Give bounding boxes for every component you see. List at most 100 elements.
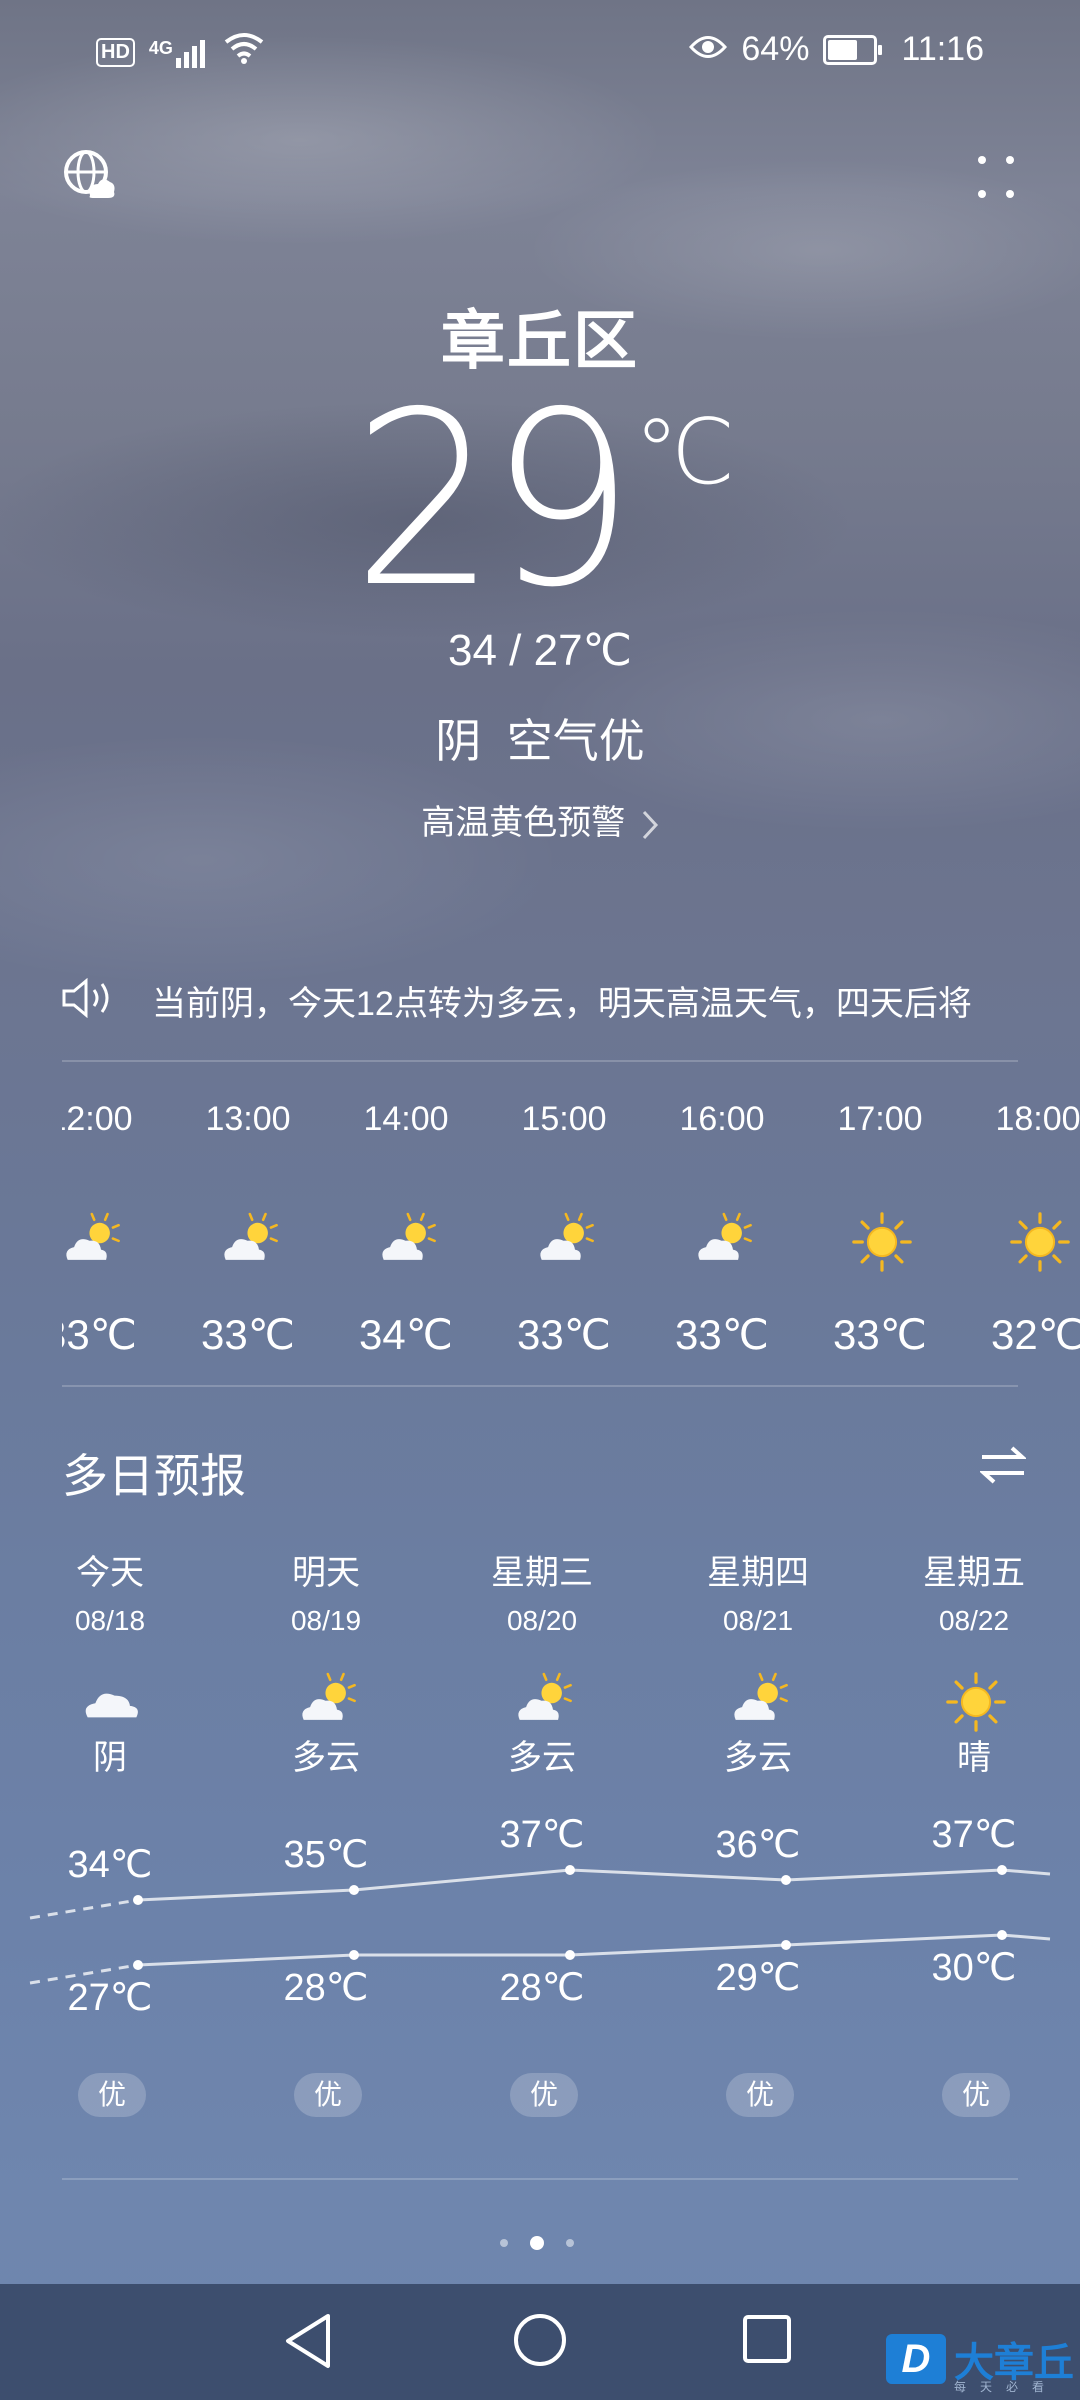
- aqi-badge: 优: [942, 2073, 1010, 2117]
- status-bar: HD 4G 64% 11:16: [0, 0, 1080, 106]
- hour-time: 17:00: [837, 1100, 923, 1138]
- watermark-sub: 每天必看: [954, 2380, 1059, 2394]
- hourly-item: 13:00 33℃: [193, 1100, 303, 1358]
- page-indicator: [500, 2236, 574, 2250]
- hour-temp: 33℃: [201, 1311, 295, 1358]
- warning-label: 高温黄色预警: [421, 804, 626, 842]
- watermark-logo-mark: D: [886, 2334, 946, 2384]
- day-high: 34℃: [67, 1844, 153, 1886]
- divider: [62, 1060, 1018, 1062]
- day-item[interactable]: 今天 08/18 阴 34℃ 27℃ 优: [30, 1545, 190, 2117]
- hour-time: 14:00: [363, 1100, 449, 1138]
- day-low: 28℃: [499, 1967, 585, 2009]
- recents-button[interactable]: [742, 2314, 792, 2369]
- day-name: 明天: [292, 1554, 360, 1592]
- wifi-icon: [224, 32, 264, 73]
- page-dot: [566, 2239, 574, 2247]
- daily-forecast-title: 多日预报: [62, 1450, 246, 1502]
- day-high: 35℃: [283, 1834, 369, 1876]
- hourly-item: 12:00 33℃: [62, 1100, 145, 1358]
- home-button[interactable]: [512, 2312, 568, 2373]
- day-condition: 多云: [292, 1739, 360, 1777]
- swap-view-icon[interactable]: [978, 1445, 1028, 1490]
- battery-icon: [823, 34, 883, 65]
- sun-icon: [1008, 1210, 1072, 1279]
- signal-icon: 4G: [149, 38, 210, 68]
- divider: [62, 1385, 1018, 1387]
- hour-temp: 33℃: [62, 1311, 137, 1358]
- day-name: 今天: [76, 1554, 144, 1592]
- hourly-item: 17:00 33℃: [825, 1100, 935, 1358]
- day-high: 36℃: [715, 1824, 801, 1866]
- day-name: 星期五: [923, 1554, 1025, 1592]
- status-right: 64% 11:16: [689, 30, 984, 69]
- hour-time: 15:00: [521, 1100, 607, 1138]
- day-high: 37℃: [931, 1814, 1017, 1856]
- partly-cloudy-icon: [218, 1210, 282, 1279]
- hourly-forecast[interactable]: 12:00 33℃13:00 33℃14:00 34℃15:00 33℃16:0…: [62, 1100, 1080, 1380]
- hourly-item: 18:00 32℃: [983, 1100, 1080, 1358]
- speaker-icon[interactable]: [62, 977, 114, 1023]
- clock: 11:16: [901, 30, 984, 68]
- day-name: 星期三: [491, 1554, 593, 1592]
- globe-cloud-icon[interactable]: [62, 148, 116, 207]
- hour-temp: 33℃: [833, 1311, 927, 1358]
- hour-temp: 33℃: [675, 1311, 769, 1358]
- day-date: 08/19: [290, 1605, 362, 1636]
- partly-cloudy-icon: [512, 1670, 576, 1739]
- watermark-logo: D 大章丘 每天必看: [886, 2330, 1074, 2394]
- network-label: 4G: [148, 37, 173, 58]
- partly-cloudy-icon: [296, 1670, 360, 1739]
- hd-badge: HD: [96, 38, 135, 67]
- aqi-badge: 优: [294, 2073, 362, 2117]
- day-low: 29℃: [715, 1957, 801, 1999]
- cloudy-icon: [80, 1670, 144, 1739]
- aqi-badge: 优: [510, 2073, 578, 2117]
- day-item[interactable]: 明天 08/19 多云 35℃ 28℃ 优: [246, 1545, 406, 2117]
- sun-icon: [850, 1210, 914, 1279]
- condition-air-quality[interactable]: 阴 空气优: [0, 705, 1080, 771]
- back-button[interactable]: [282, 2312, 334, 2375]
- day-item[interactable]: 星期三 08/20 多云 37℃ 28℃ 优: [462, 1545, 622, 2117]
- day-condition: 多云: [724, 1739, 792, 1777]
- high-temp-warning[interactable]: 高温黄色预警: [0, 795, 1080, 844]
- sun-icon: [944, 1670, 1008, 1739]
- day-low: 30℃: [931, 1947, 1017, 1989]
- divider: [62, 2178, 1018, 2180]
- day-condition: 晴: [957, 1739, 991, 1777]
- day-item[interactable]: 星期五 08/22 晴 37℃ 30℃ 优: [894, 1545, 1054, 2117]
- partly-cloudy-icon: [728, 1670, 792, 1739]
- battery-percent: 64%: [741, 30, 810, 68]
- day-low: 27℃: [67, 1977, 153, 2019]
- current-temperature: 29℃: [0, 380, 1080, 620]
- partly-cloudy-icon: [62, 1210, 124, 1279]
- partly-cloudy-icon: [376, 1210, 440, 1279]
- day-name: 星期四: [707, 1554, 809, 1592]
- day-condition: 多云: [508, 1739, 576, 1777]
- hour-time: 16:00: [679, 1100, 765, 1138]
- aqi-badge: 优: [78, 2073, 146, 2117]
- more-dots-icon[interactable]: [976, 152, 1020, 207]
- hourly-item: 16:00 33℃: [667, 1100, 777, 1358]
- status-left: HD 4G: [96, 32, 264, 73]
- temperature-value: 29: [352, 360, 635, 640]
- weather-broadcast[interactable]: 当前阴，今天12点转为多云，明天高温天气，四天后将: [62, 970, 1012, 1030]
- hour-time: 18:00: [995, 1100, 1080, 1138]
- temperature-range: 34 / 27℃: [448, 626, 632, 675]
- day-date: 08/20: [506, 1605, 578, 1636]
- daily-forecast-list[interactable]: 今天 08/18 阴 34℃ 27℃ 优明天 08/19 多云 35℃ 28℃ …: [30, 1545, 1080, 2125]
- day-item[interactable]: 星期四 08/21 多云 36℃ 29℃ 优: [678, 1545, 838, 2117]
- day-high: 37℃: [499, 1814, 585, 1856]
- day-condition: 阴: [93, 1739, 127, 1777]
- hourly-item: 14:00 34℃: [351, 1100, 461, 1358]
- temperature-unit: ℃: [634, 403, 736, 503]
- partly-cloudy-icon: [692, 1210, 756, 1279]
- day-date: 08/22: [938, 1605, 1010, 1636]
- battery-fill: [828, 39, 857, 60]
- aqi-badge: 优: [726, 2073, 794, 2117]
- hourly-item: 15:00 33℃: [509, 1100, 619, 1358]
- hour-temp: 34℃: [359, 1311, 453, 1358]
- hour-time: 13:00: [205, 1100, 291, 1138]
- chevron-right-icon: [631, 804, 658, 842]
- hour-temp: 33℃: [517, 1311, 611, 1358]
